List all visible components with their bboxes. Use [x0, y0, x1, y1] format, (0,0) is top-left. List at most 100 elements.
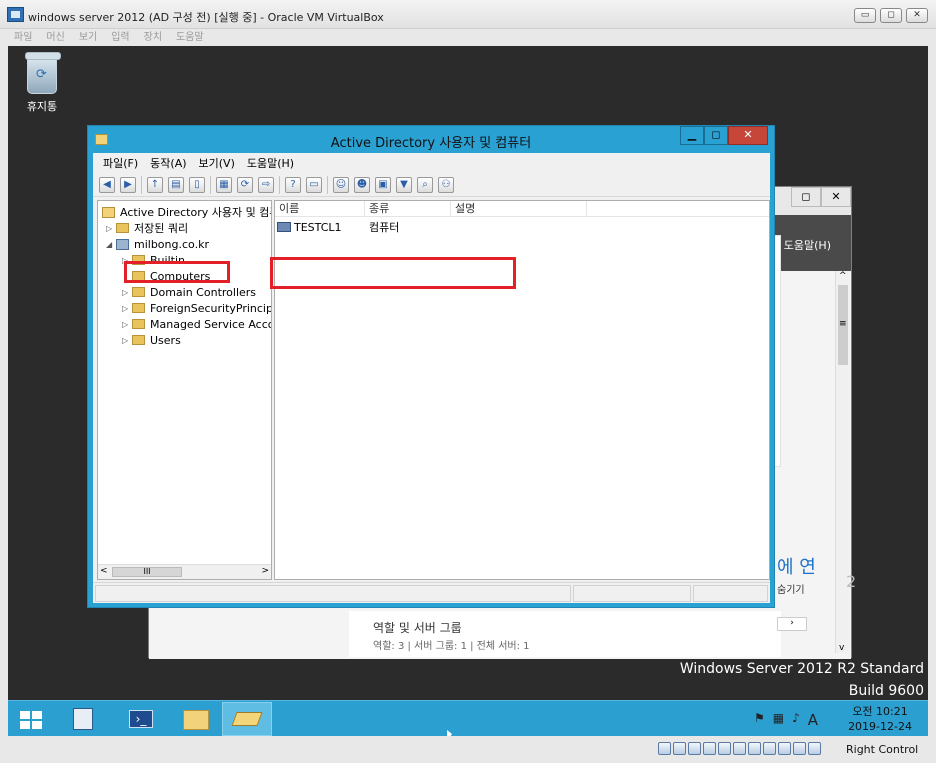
mouse-integration-icon[interactable]: [793, 742, 806, 755]
network-icon[interactable]: ▦: [773, 711, 784, 729]
vbox-menu-input[interactable]: 입력: [111, 29, 129, 46]
up-folder-icon[interactable]: ↑: [147, 176, 163, 193]
aduc-taskbar-icon: [231, 712, 263, 726]
expand-arrow-icon[interactable]: ▷: [106, 224, 116, 233]
clipboard-icon[interactable]: ▯: [189, 176, 205, 193]
menu-file[interactable]: 파일(F): [103, 155, 138, 171]
aduc-minimize-button[interactable]: ▁: [680, 126, 704, 145]
add-to-group-icon[interactable]: ⚇: [438, 176, 454, 193]
new-group-icon[interactable]: ☻: [354, 176, 370, 193]
scroll-right-arrow[interactable]: ›: [790, 618, 794, 628]
tree-item-users[interactable]: ▷ Users: [122, 332, 181, 348]
server-manager-hide-link[interactable]: 숨기기: [777, 581, 805, 596]
ad-console-icon: [102, 206, 115, 218]
server-manager-close-button[interactable]: ✕: [821, 187, 851, 207]
expand-arrow-icon[interactable]: ▷: [122, 304, 132, 313]
column-header-name[interactable]: 이름: [275, 201, 365, 217]
tree-item-root[interactable]: Active Directory 사용자 및 컴퓨터: [102, 204, 271, 220]
restore-button[interactable]: ◻: [880, 8, 902, 23]
folder-icon: [132, 287, 145, 297]
taskbar-aduc[interactable]: [222, 702, 272, 736]
folder-icon: [132, 255, 145, 265]
properties-icon[interactable]: ▦: [216, 176, 232, 193]
scroll-thumb[interactable]: ≡: [838, 285, 848, 365]
vbox-menu-devices[interactable]: 장치: [144, 29, 162, 46]
scroll-right-arrow[interactable]: >: [261, 566, 269, 576]
recycle-bin[interactable]: 휴지통: [22, 52, 62, 114]
close-button[interactable]: ✕: [906, 8, 928, 23]
hard-disk-icon[interactable]: [658, 742, 671, 755]
speaker-muted-icon[interactable]: ♪: [792, 711, 800, 729]
expand-arrow-icon[interactable]: ▷: [122, 256, 132, 265]
forward-arrow-icon[interactable]: ▶: [120, 176, 136, 193]
tree-item-builtin[interactable]: ▷ Builtin: [122, 252, 185, 268]
column-header-description[interactable]: 설명: [451, 201, 587, 217]
scroll-up-arrow[interactable]: ^: [839, 271, 847, 281]
taskbar-clock[interactable]: 오전 10:21 2019-12-24: [848, 704, 912, 734]
ime-indicator[interactable]: A: [808, 711, 818, 729]
expand-arrow-icon[interactable]: ▷: [122, 336, 132, 345]
taskbar-server-manager[interactable]: [58, 702, 108, 736]
aduc-menubar: 파일(F) 동작(A) 보기(V) 도움말(H): [93, 153, 770, 173]
usb-icon[interactable]: [718, 742, 731, 755]
tree-item-domain[interactable]: ◢ milbong.co.kr: [106, 236, 209, 252]
refresh-icon[interactable]: ⟳: [237, 176, 253, 193]
taskbar-file-explorer[interactable]: [170, 702, 220, 736]
tree-item-saved-queries[interactable]: ▷ 저장된 쿼리: [106, 220, 188, 236]
new-ou-icon[interactable]: ▣: [375, 176, 391, 193]
network-adapter-icon[interactable]: [703, 742, 716, 755]
start-button[interactable]: [8, 702, 58, 736]
scroll-thumb[interactable]: III: [112, 567, 182, 577]
menu-help[interactable]: 도움말(H): [247, 155, 294, 171]
list-item[interactable]: TESTCL1 컴퓨터: [277, 219, 399, 235]
minimize-button[interactable]: ▭: [854, 8, 876, 23]
audio-icon[interactable]: [688, 742, 701, 755]
scroll-down-arrow[interactable]: v: [839, 643, 844, 653]
menu-view[interactable]: 보기(V): [199, 155, 235, 171]
show-tree-icon[interactable]: ▤: [168, 176, 184, 193]
column-header-type[interactable]: 종류: [365, 201, 451, 217]
server-manager-maximize-button[interactable]: ◻: [791, 187, 821, 207]
export-list-icon[interactable]: ⇨: [258, 176, 274, 193]
console-icon[interactable]: ▭: [306, 176, 322, 193]
vbox-menu-help[interactable]: 도움말: [176, 29, 204, 46]
video-capture-icon[interactable]: [763, 742, 776, 755]
filter-icon[interactable]: ▼: [396, 176, 412, 193]
action-center-icon[interactable]: ⚑: [754, 711, 765, 729]
tree-item-label: Active Directory 사용자 및 컴퓨터: [120, 206, 271, 219]
tree-horizontal-scrollbar[interactable]: < III >: [98, 564, 271, 579]
menu-action[interactable]: 동작(A): [150, 155, 186, 171]
server-manager-link[interactable]: 에 연: [777, 553, 816, 579]
expand-arrow-icon[interactable]: ▷: [122, 288, 132, 297]
server-manager-scrollbar[interactable]: ^ ≡ v: [835, 271, 849, 653]
recycle-bin-label: 휴지통: [26, 100, 58, 113]
scroll-left-arrow[interactable]: <: [100, 566, 108, 576]
aduc-toolbar: ◀ ▶ ↑ ▤ ▯ ▦ ⟳ ⇨ ? ▭ ☺ ☻ ▣ ▼ ⌕ ⚇: [93, 173, 770, 197]
vbox-menu-file[interactable]: 파일: [14, 29, 32, 46]
find-icon[interactable]: ⌕: [417, 176, 433, 193]
help-icon[interactable]: ?: [285, 176, 301, 193]
tree-item-label: ForeignSecurityPrincipals: [150, 301, 271, 315]
tree-item-managed-service[interactable]: ▷ Managed Service Accounts: [122, 316, 271, 332]
tree-item-domain-controllers[interactable]: ▷ Domain Controllers: [122, 284, 256, 300]
vbox-menu-view[interactable]: 보기: [79, 29, 97, 46]
server-manager-hscroll[interactable]: ›: [777, 617, 807, 631]
keyboard-capture-icon[interactable]: [808, 742, 821, 755]
aduc-maximize-button[interactable]: ◻: [704, 126, 728, 145]
vbox-menubar: 파일 머신 보기 입력 장치 도움말: [0, 29, 936, 46]
tree-item-foreign-security[interactable]: ▷ ForeignSecurityPrincipals: [122, 300, 271, 316]
expand-arrow-icon[interactable]: ▷: [122, 320, 132, 329]
cpu-icon[interactable]: [778, 742, 791, 755]
tree-item-computers[interactable]: Computers: [122, 268, 210, 284]
optical-drive-icon[interactable]: [673, 742, 686, 755]
clock-time: 오전 10:21: [852, 705, 908, 718]
aduc-close-button[interactable]: ✕: [728, 126, 768, 145]
display-icon[interactable]: [748, 742, 761, 755]
back-arrow-icon[interactable]: ◀: [99, 176, 115, 193]
taskbar-powershell[interactable]: ›_: [116, 702, 166, 736]
collapse-arrow-icon[interactable]: ◢: [106, 240, 116, 249]
vbox-menu-machine[interactable]: 머신: [46, 29, 64, 46]
shared-folders-icon[interactable]: [733, 742, 746, 755]
server-manager-help-menu[interactable]: 도움말(H): [784, 237, 831, 253]
new-user-icon[interactable]: ☺: [333, 176, 349, 193]
